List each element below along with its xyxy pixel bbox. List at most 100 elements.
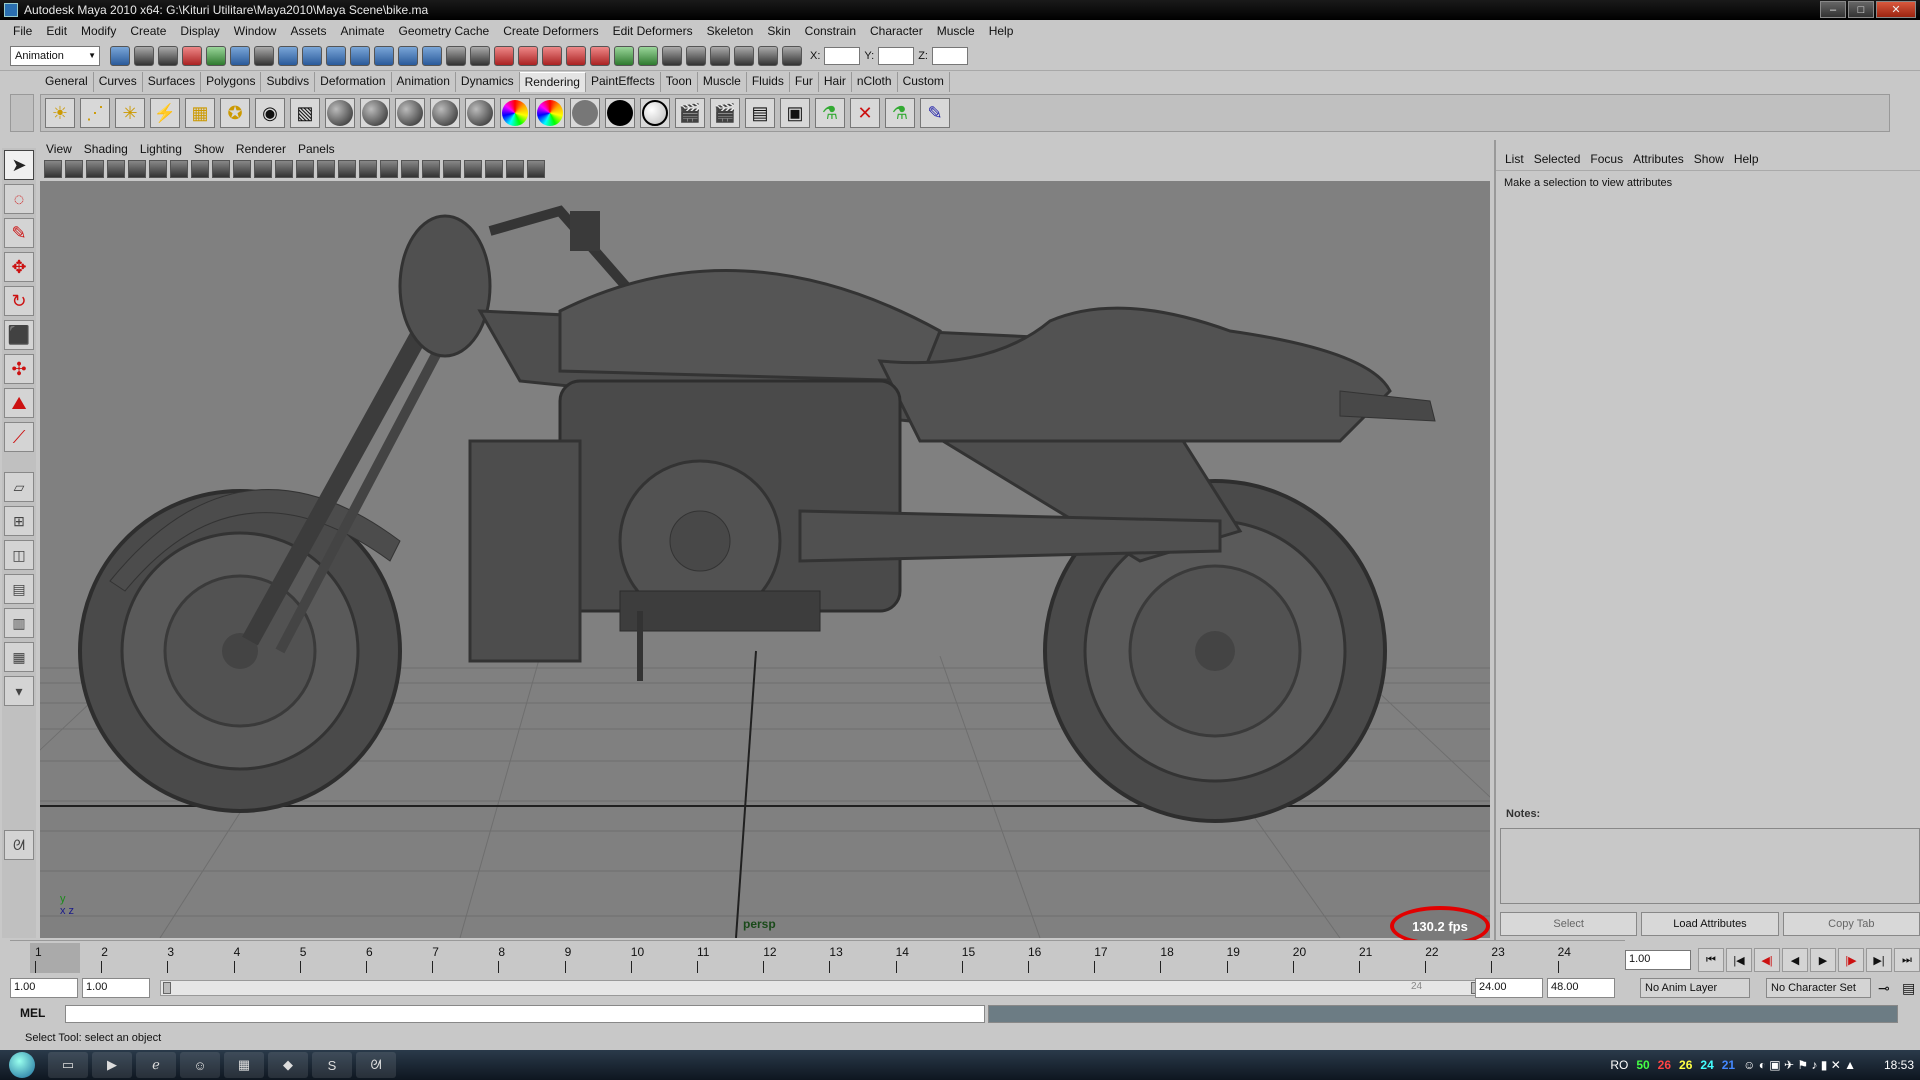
tab-fur[interactable]: Fur [789,72,819,92]
render-settings-icon[interactable] [758,45,778,66]
tab-muscle[interactable]: Muscle [697,72,747,92]
select-camera-icon[interactable] [44,160,62,178]
playback-start-field[interactable]: 1.00 [82,978,150,998]
soft-mod-icon[interactable]: ⛰ [4,388,34,418]
step-back-key-icon[interactable]: |◀ [1726,948,1752,972]
maya-taskbar-icon[interactable]: ᘛ [356,1052,396,1078]
layered-shader-icon[interactable] [500,98,530,128]
menu-modify[interactable]: Modify [74,24,123,38]
output-ops-icon[interactable] [638,45,658,66]
volume-light-icon[interactable]: ✪ [220,98,250,128]
hypershade-layout-icon[interactable]: ▥ [4,608,34,638]
tab-dynamics[interactable]: Dynamics [455,72,520,92]
resolution-gate-icon[interactable] [191,160,209,178]
xray-icon[interactable] [359,160,377,178]
menu-help[interactable]: Help [982,24,1021,38]
safe-title-icon[interactable] [275,160,293,178]
tab-curves[interactable]: Curves [93,72,143,92]
go-to-start-icon[interactable]: ⏮ [1698,948,1724,972]
flask-icon[interactable]: ⚗ [885,98,915,128]
layout-menu-icon[interactable]: ▾ [4,676,34,706]
x-field[interactable] [824,46,861,65]
safe-action-icon[interactable] [254,160,272,178]
anim-layer-dropdown[interactable]: No Anim Layer [1640,978,1750,998]
select-joints-icon[interactable] [302,45,322,66]
play-forwards-icon[interactable]: ▶ [1810,948,1836,972]
render-flask-icon[interactable]: ⚗ [815,98,845,128]
maximize-button[interactable]: □ [1848,1,1874,18]
ae-menu-attributes[interactable]: Attributes [1628,152,1689,166]
universal-manip-icon[interactable]: ✣ [4,354,34,384]
ae-menu-help[interactable]: Help [1729,152,1764,166]
lambert-material-icon[interactable] [360,98,390,128]
current-frame-field[interactable]: 1.00 [1625,950,1691,970]
ambient-light-icon[interactable]: ☀ [45,98,75,128]
load-attributes-button[interactable]: Load Attributes [1641,912,1779,936]
character-set-dropdown[interactable]: No Character Set [1766,978,1871,998]
point-light-icon[interactable]: ✳ [115,98,145,128]
play-backwards-icon[interactable]: ◀ [1782,948,1808,972]
image-plane-icon[interactable] [107,160,125,178]
use-background-icon[interactable] [605,98,635,128]
input-field-mode-icon[interactable] [782,45,802,66]
menu-character[interactable]: Character [863,24,930,38]
anisotropic-material-icon[interactable] [465,98,495,128]
go-to-end-icon[interactable]: ⏭ [1894,948,1920,972]
menu-assets[interactable]: Assets [283,24,333,38]
mel-label[interactable]: MEL [20,1006,45,1020]
film-gate-icon[interactable] [170,160,188,178]
skype-taskbar-icon[interactable]: S [312,1052,352,1078]
2d-pan-zoom-icon[interactable] [128,160,146,178]
range-track[interactable]: 24 [160,980,1480,996]
tab-general[interactable]: General [40,72,94,92]
notes-field[interactable] [1500,828,1920,904]
four-view-layout-icon[interactable]: ⊞ [4,506,34,536]
smooth-shade-icon[interactable] [317,160,335,178]
viewport-menu-show[interactable]: Show [188,142,230,156]
folder-taskbar-icon[interactable]: ▦ [224,1052,264,1078]
hypershade-icon[interactable]: ▧ [290,98,320,128]
select-curves-icon[interactable] [326,45,346,66]
cancel-render-icon[interactable]: ✕ [850,98,880,128]
select-object-icon[interactable] [206,45,226,66]
menu-create[interactable]: Create [123,24,173,38]
menu-edit-deformers[interactable]: Edit Deformers [606,24,700,38]
construction-history-icon[interactable] [662,45,682,66]
step-back-frame-icon[interactable]: ◀| [1754,948,1780,972]
textured-icon[interactable] [401,160,419,178]
tab-deformation[interactable]: Deformation [315,72,392,92]
preferences-icon[interactable]: ▤ [1902,980,1915,997]
viewport-menu-view[interactable]: View [40,142,78,156]
time-slider[interactable]: 1 2 3 4 5 6 7 8 9 10 11 12 13 14 15 16 17 18 19 20 21 22 23 24 [10,940,1625,974]
directional-light-icon[interactable]: ⋰ [80,98,110,128]
snap-point-icon[interactable] [542,45,562,66]
playback-end-field[interactable]: 24.00 [1475,978,1543,998]
messenger-taskbar-icon[interactable]: ☺ [180,1052,220,1078]
spot-light-icon[interactable]: ⚡ [150,98,180,128]
tab-hair[interactable]: Hair [818,72,852,92]
menu-create-deformers[interactable]: Create Deformers [496,24,605,38]
tab-toon[interactable]: Toon [660,72,698,92]
tab-subdivs[interactable]: Subdivs [261,72,316,92]
phong-material-icon[interactable] [395,98,425,128]
render-current-frame-icon[interactable]: 🎬 [675,98,705,128]
tray-icons[interactable]: ☺ ◐ ▣ ✈ ⚑ ♪ ▮ ✕ ▲ [1743,1058,1856,1072]
select-surfaces-icon[interactable] [350,45,370,66]
show-manip-icon[interactable]: ⟋ [4,422,34,452]
select-component-icon[interactable] [230,45,250,66]
menu-muscle[interactable]: Muscle [930,24,982,38]
auto-key-icon[interactable]: ⊸ [1878,980,1890,997]
batch-render-icon[interactable]: ▣ [780,98,810,128]
field-chart-icon[interactable] [233,160,251,178]
menu-window[interactable]: Window [227,24,284,38]
open-scene-icon[interactable] [134,45,154,66]
render-view-icon[interactable] [686,45,706,66]
media-player-taskbar-icon[interactable]: ▶ [92,1052,132,1078]
perspective-viewport[interactable]: y x z persp [40,181,1490,938]
menu-geometry-cache[interactable]: Geometry Cache [392,24,497,38]
ae-menu-focus[interactable]: Focus [1585,152,1628,166]
use-default-light-icon[interactable] [380,160,398,178]
snap-curve-icon[interactable] [518,45,538,66]
single-perspective-layout-icon[interactable]: ▱ [4,472,34,502]
menu-constrain[interactable]: Constrain [798,24,863,38]
